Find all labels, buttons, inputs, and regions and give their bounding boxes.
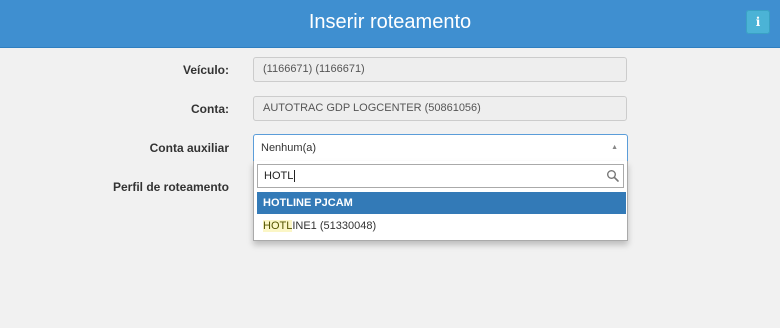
option-label-rest: INE1 (51330048)	[292, 220, 377, 232]
info-icon: i	[755, 15, 761, 29]
modal-header: Inserir roteamento i	[0, 0, 780, 48]
modal-title: Inserir roteamento	[308, 11, 472, 33]
text-caret	[294, 170, 296, 183]
insert-routing-modal: Inserir roteamento i Veículo: (1166671) …	[0, 0, 780, 328]
conta-auxiliar-label: Conta auxiliar	[149, 141, 229, 155]
conta-auxiliar-dropdown: HOTL HOTLINE PJCAM HOTLINE1 (51330048)	[253, 161, 628, 241]
veiculo-label: Veículo:	[182, 63, 229, 77]
caret-up-icon: ▲	[611, 144, 618, 151]
search-icon	[607, 170, 619, 182]
perfil-roteamento-label: Perfil de roteamento	[112, 180, 229, 194]
dropdown-option[interactable]: HOTLINE PJCAM	[257, 192, 626, 214]
conta-auxiliar-select[interactable]: Nenhum(a) ▲	[253, 134, 628, 162]
search-input-value: HOTL	[264, 170, 294, 182]
dropdown-search-input[interactable]: HOTL	[257, 164, 624, 188]
option-match-highlight: HOTL	[263, 220, 293, 232]
conta-auxiliar-selected-value: Nenhum(a)	[261, 142, 317, 154]
info-button[interactable]: i	[746, 10, 770, 34]
conta-field: AUTOTRAC GDP LOGCENTER (50861056)	[253, 96, 627, 121]
conta-label: Conta:	[191, 102, 229, 116]
dropdown-option[interactable]: HOTLINE1 (51330048)	[257, 215, 626, 237]
veiculo-field: (1166671) (1166671)	[253, 57, 627, 82]
